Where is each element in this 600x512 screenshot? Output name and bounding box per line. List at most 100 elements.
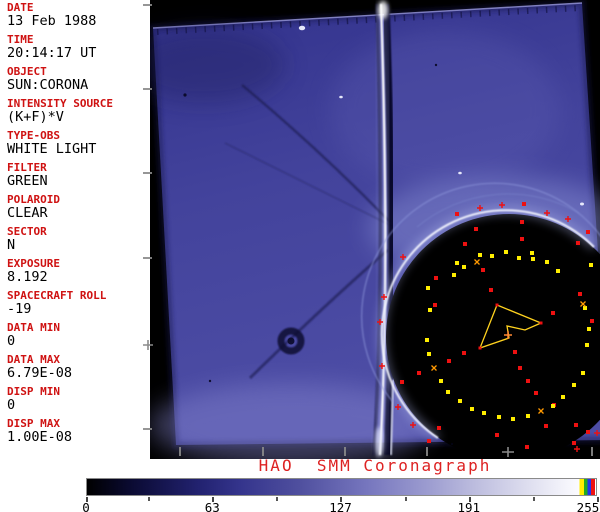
red-marker-dot bbox=[481, 268, 485, 272]
metadata-field-exposure: EXPOSURE8.192 bbox=[7, 258, 150, 290]
yellow-marker-dot bbox=[426, 286, 430, 290]
field-label: DISP MIN bbox=[7, 386, 150, 398]
field-value: SUN:CORONA bbox=[7, 78, 150, 93]
yellow-marker-dot bbox=[458, 399, 462, 403]
colorbar-tick-label: 63 bbox=[205, 500, 220, 512]
bright-speck bbox=[339, 96, 343, 99]
red-marker-dot bbox=[437, 426, 441, 430]
colorbar-tick-label: 255 bbox=[577, 500, 600, 512]
metadata-field-disp-min: DISP MIN0 bbox=[7, 386, 150, 418]
red-marker-dot bbox=[427, 439, 431, 443]
dark-speck bbox=[209, 380, 211, 382]
colorbar-tick-label: 0 bbox=[82, 500, 90, 512]
red-marker-dot bbox=[534, 391, 538, 395]
red-marker-dot bbox=[544, 424, 548, 428]
metadata-field-polaroid: POLAROIDCLEAR bbox=[7, 194, 150, 226]
metadata-field-time: TIME20:14:17 UT bbox=[7, 34, 150, 66]
colorbar-tick-label: 127 bbox=[329, 500, 352, 512]
yellow-marker-dot bbox=[478, 253, 482, 257]
metadata-field-disp-max: DISP MAX1.00E-08 bbox=[7, 418, 150, 450]
metadata-sidebar: DATE13 Feb 1988TIME20:14:17 UTOBJECTSUN:… bbox=[0, 0, 150, 460]
yellow-marker-dot bbox=[511, 417, 515, 421]
yellow-marker-dot bbox=[517, 256, 521, 260]
dark-blob bbox=[281, 331, 301, 351]
red-marker-dot bbox=[447, 359, 451, 363]
yellow-marker-dot bbox=[455, 261, 459, 265]
red-marker-dot bbox=[525, 445, 529, 449]
bright-speck bbox=[458, 172, 462, 175]
metadata-field-data-min: DATA MIN0 bbox=[7, 322, 150, 354]
yellow-marker-dot bbox=[497, 415, 501, 419]
red-marker-dot bbox=[522, 202, 526, 206]
red-marker-dot bbox=[518, 366, 522, 370]
red-marker-dot bbox=[520, 237, 524, 241]
field-value: N bbox=[7, 238, 150, 253]
red-marker-dot bbox=[586, 430, 590, 434]
metadata-field-type-obs: TYPE-OBSWHITE LIGHT bbox=[7, 130, 150, 162]
field-value: GREEN bbox=[7, 174, 150, 189]
polygon-vertex-dot bbox=[540, 322, 543, 325]
metadata-field-filter: FILTERGREEN bbox=[7, 162, 150, 194]
colorbar-scale: 063127191255 bbox=[86, 497, 597, 512]
field-label: SECTOR bbox=[7, 226, 150, 238]
red-marker-dot bbox=[417, 371, 421, 375]
yellow-marker-dot bbox=[427, 352, 431, 356]
red-marker-dot bbox=[590, 319, 594, 323]
field-value: (K+F)*V bbox=[7, 110, 150, 125]
red-marker-dot bbox=[520, 220, 524, 224]
image-title: HAO SMM Coronagraph bbox=[150, 456, 600, 475]
field-value: 0 bbox=[7, 334, 150, 349]
yellow-marker-dot bbox=[587, 327, 591, 331]
red-marker-dot bbox=[434, 276, 438, 280]
yellow-marker-dot bbox=[531, 257, 535, 261]
yellow-marker-dot bbox=[439, 379, 443, 383]
yellow-marker-dot bbox=[585, 343, 589, 347]
coronagraph-canvas bbox=[150, 0, 600, 459]
yellow-marker-dot bbox=[551, 404, 555, 408]
metadata-field-spacecraft-roll: SPACECRAFT ROLL-19 bbox=[7, 290, 150, 322]
field-value: -19 bbox=[7, 302, 150, 317]
red-marker-dot bbox=[495, 433, 499, 437]
yellow-marker-dot bbox=[530, 251, 534, 255]
yellow-marker-dot bbox=[462, 265, 466, 269]
metadata-field-intensity-source: INTENSITY SOURCE(K+F)*V bbox=[7, 98, 150, 130]
coronagraph-image bbox=[150, 0, 600, 459]
yellow-marker-dot bbox=[490, 254, 494, 258]
polygon-vertex-dot bbox=[496, 304, 499, 307]
yellow-marker-dot bbox=[556, 269, 560, 273]
polygon-vertex-dot bbox=[479, 347, 482, 350]
yellow-marker-dot bbox=[428, 308, 432, 312]
metadata-field-data-max: DATA MAX6.79E-08 bbox=[7, 354, 150, 386]
field-value: 0 bbox=[7, 398, 150, 413]
red-marker-dot bbox=[574, 423, 578, 427]
red-marker-dot bbox=[400, 380, 404, 384]
red-marker-dot bbox=[526, 379, 530, 383]
yellow-marker-dot bbox=[545, 260, 549, 264]
coronagraph-viewer: DATE13 Feb 1988TIME20:14:17 UTOBJECTSUN:… bbox=[0, 0, 600, 512]
metadata-field-date: DATE13 Feb 1988 bbox=[7, 2, 150, 34]
yellow-marker-dot bbox=[526, 414, 530, 418]
yellow-marker-dot bbox=[504, 250, 508, 254]
yellow-marker-dot bbox=[482, 411, 486, 415]
colorbar-minor-tick bbox=[276, 497, 278, 501]
metadata-field-sector: SECTORN bbox=[7, 226, 150, 258]
yellow-marker-dot bbox=[581, 371, 585, 375]
yellow-marker-dot bbox=[470, 407, 474, 411]
bright-speck bbox=[299, 26, 305, 31]
red-marker-dot bbox=[455, 212, 459, 216]
red-marker-dot bbox=[463, 242, 467, 246]
field-value: 20:14:17 UT bbox=[7, 46, 150, 61]
red-marker-dot bbox=[586, 230, 590, 234]
field-label: DATA MIN bbox=[7, 322, 150, 334]
field-value: CLEAR bbox=[7, 206, 150, 221]
yellow-marker-dot bbox=[589, 263, 593, 267]
red-marker-dot bbox=[489, 288, 493, 292]
yellow-marker-dot bbox=[572, 383, 576, 387]
red-marker-dot bbox=[572, 441, 576, 445]
yellow-marker-dot bbox=[452, 273, 456, 277]
colorbar-minor-tick bbox=[148, 497, 150, 501]
bright-speck bbox=[580, 203, 584, 206]
field-value: 6.79E-08 bbox=[7, 366, 150, 381]
field-value: WHITE LIGHT bbox=[7, 142, 150, 157]
colorbar-minor-tick bbox=[533, 497, 535, 501]
